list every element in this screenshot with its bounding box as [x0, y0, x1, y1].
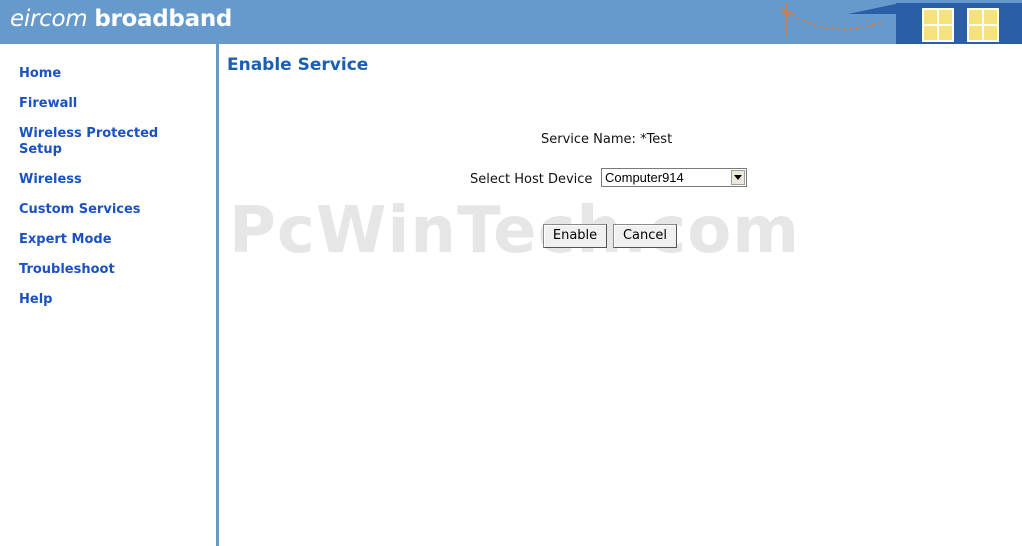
sidebar-item-home[interactable]: Home [19, 66, 199, 82]
chevron-down-icon [734, 175, 742, 180]
service-name-value: *Test [640, 132, 673, 147]
sidebar-item-wireless-protected-setup[interactable]: Wireless Protected Setup [19, 126, 199, 158]
service-name-label: Service Name: [541, 132, 636, 147]
brand-logo: eircom broadband [10, 6, 232, 32]
brand-bold: broadband [94, 6, 233, 32]
sidebar: Home Firewall Wireless Protected Setup W… [0, 44, 219, 546]
sidebar-item-help[interactable]: Help [19, 292, 199, 308]
sidebar-item-firewall[interactable]: Firewall [19, 96, 199, 112]
cancel-button[interactable]: Cancel [613, 224, 677, 248]
dropdown-arrow-button[interactable] [731, 170, 745, 185]
page-title: Enable Service [227, 55, 369, 75]
sidebar-nav: Home Firewall Wireless Protected Setup W… [19, 66, 199, 322]
host-device-selected-value: Computer914 [605, 170, 684, 185]
host-device-select[interactable]: Computer914 [601, 168, 747, 187]
sidebar-item-expert-mode[interactable]: Expert Mode [19, 232, 199, 248]
header-bar: eircom broadband [0, 0, 1022, 44]
sidebar-item-custom-services[interactable]: Custom Services [19, 202, 199, 218]
main-content: PcWinTech.com Enable Service Service Nam… [219, 44, 1022, 546]
watermark: PcWinTech.com [229, 194, 800, 268]
host-device-label: Select Host Device [470, 172, 593, 187]
house-graphic-icon [781, 2, 1022, 44]
sidebar-item-troubleshoot[interactable]: Troubleshoot [19, 262, 199, 278]
brand-light: eircom [10, 6, 88, 32]
sidebar-item-wireless[interactable]: Wireless [19, 172, 199, 188]
service-name-row: Service Name: *Test [541, 132, 672, 147]
enable-button[interactable]: Enable [543, 224, 607, 248]
